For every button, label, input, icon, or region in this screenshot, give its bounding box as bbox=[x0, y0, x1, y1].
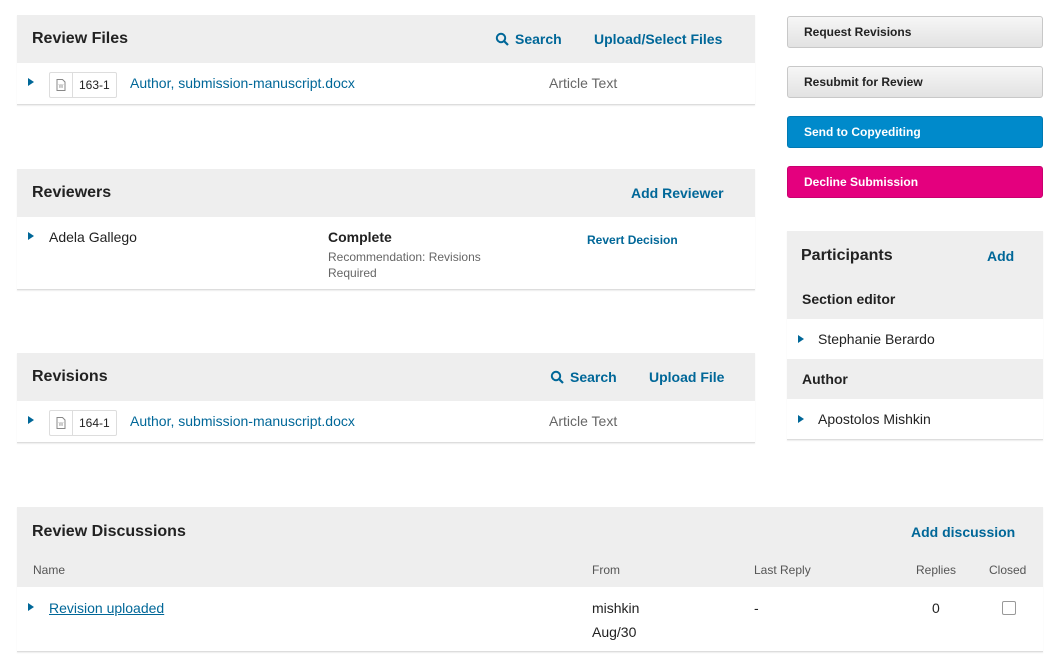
discussion-row: Revision uploaded mishkin Aug/30 - 0 bbox=[17, 587, 1043, 651]
resubmit-for-review-button[interactable]: Resubmit for Review bbox=[787, 66, 1043, 98]
column-header-from: From bbox=[592, 563, 620, 577]
send-to-copyediting-button[interactable]: Send to Copyediting bbox=[787, 116, 1043, 148]
revisions-header: Revisions Search Upload File bbox=[17, 353, 755, 401]
revisions-panel: Revisions Search Upload File W 164-1 Aut… bbox=[17, 353, 755, 443]
section-editor-label: Section editor bbox=[802, 291, 896, 307]
participants-title: Participants bbox=[801, 247, 893, 264]
review-discussions-header: Review Discussions Add discussion Name F… bbox=[17, 507, 1043, 587]
docx-file-icon: W bbox=[50, 411, 73, 435]
review-discussions-title: Review Discussions bbox=[32, 523, 186, 540]
add-participant-link[interactable]: Add bbox=[987, 248, 1014, 264]
review-discussions-panel: Review Discussions Add discussion Name F… bbox=[17, 507, 1043, 652]
participant-row: Stephanie Berardo bbox=[787, 319, 1043, 359]
search-label: Search bbox=[570, 369, 617, 385]
file-id: 163-1 bbox=[79, 78, 110, 92]
review-files-panel: Review Files Search Upload/Select Files … bbox=[17, 15, 755, 105]
review-status: Complete bbox=[328, 229, 392, 245]
file-badge: W 163-1 bbox=[49, 72, 117, 98]
revision-file-row: W 164-1 Author, submission-manuscript.do… bbox=[17, 401, 755, 441]
reviewers-title: Reviewers bbox=[32, 184, 112, 201]
column-header-replies: Replies bbox=[916, 563, 957, 577]
revert-decision-link[interactable]: Revert Decision bbox=[587, 233, 678, 247]
request-revisions-button[interactable]: Request Revisions bbox=[787, 16, 1043, 48]
file-badge: W 164-1 bbox=[49, 410, 117, 436]
discussion-title-link[interactable]: Revision uploaded bbox=[49, 600, 164, 616]
search-label: Search bbox=[515, 31, 562, 47]
revisions-search-link[interactable]: Search bbox=[550, 369, 617, 385]
add-reviewer-link[interactable]: Add Reviewer bbox=[631, 185, 724, 201]
participants-panel: Participants Add Section editor Stephani… bbox=[787, 231, 1043, 440]
file-id: 164-1 bbox=[79, 416, 110, 430]
review-files-search-link[interactable]: Search bbox=[495, 31, 562, 47]
participants-header: Participants Add bbox=[787, 231, 1043, 279]
reviewers-panel: Reviewers Add Reviewer Adela Gallego Com… bbox=[17, 169, 755, 290]
column-header-name: Name bbox=[33, 563, 66, 577]
review-files-title: Review Files bbox=[32, 30, 129, 47]
caret-right-icon[interactable] bbox=[28, 232, 34, 240]
discussion-from-date: Aug/30 bbox=[592, 624, 637, 640]
closed-checkbox[interactable] bbox=[1002, 601, 1016, 615]
discussion-replies: 0 bbox=[932, 600, 940, 616]
search-icon bbox=[495, 32, 509, 46]
participant-group-author: Author bbox=[787, 359, 1043, 399]
caret-right-icon[interactable] bbox=[28, 78, 34, 86]
author-label: Author bbox=[802, 371, 848, 387]
reviewer-row: Adela Gallego Complete Recommendation: R… bbox=[17, 217, 755, 289]
file-name-link[interactable]: Author, submission-manuscript.docx bbox=[130, 75, 355, 91]
caret-right-icon[interactable] bbox=[798, 335, 804, 343]
decline-submission-button[interactable]: Decline Submission bbox=[787, 166, 1043, 198]
reviewers-header: Reviewers Add Reviewer bbox=[17, 169, 755, 217]
participant-name: Apostolos Mishkin bbox=[818, 411, 931, 427]
file-type: Article Text bbox=[549, 75, 618, 91]
discussion-last-reply: - bbox=[754, 600, 759, 616]
search-icon bbox=[550, 370, 564, 384]
svg-text:W: W bbox=[59, 84, 64, 90]
review-files-header: Review Files Search Upload/Select Files bbox=[17, 15, 755, 63]
review-recommendation: Recommendation: Revisions Required bbox=[328, 250, 481, 280]
review-file-row: W 163-1 Author, submission-manuscript.do… bbox=[17, 63, 755, 103]
participant-row: Apostolos Mishkin bbox=[787, 399, 1043, 439]
docx-file-icon: W bbox=[50, 73, 73, 97]
column-header-closed: Closed bbox=[989, 563, 1027, 577]
participant-name: Stephanie Berardo bbox=[818, 331, 935, 347]
participant-group-section-editor: Section editor bbox=[787, 279, 1043, 319]
column-header-last-reply: Last Reply bbox=[754, 563, 811, 577]
discussion-from-user: mishkin bbox=[592, 600, 640, 616]
revisions-title: Revisions bbox=[32, 368, 108, 385]
svg-text:W: W bbox=[59, 422, 64, 428]
upload-select-files-link[interactable]: Upload/Select Files bbox=[594, 31, 722, 47]
file-name-link[interactable]: Author, submission-manuscript.docx bbox=[130, 413, 355, 429]
add-discussion-link[interactable]: Add discussion bbox=[911, 524, 1015, 540]
caret-right-icon[interactable] bbox=[28, 603, 34, 611]
file-type: Article Text bbox=[549, 413, 618, 429]
upload-file-link[interactable]: Upload File bbox=[649, 369, 724, 385]
caret-right-icon[interactable] bbox=[28, 416, 34, 424]
caret-right-icon[interactable] bbox=[798, 415, 804, 423]
reviewer-name: Adela Gallego bbox=[49, 229, 137, 245]
